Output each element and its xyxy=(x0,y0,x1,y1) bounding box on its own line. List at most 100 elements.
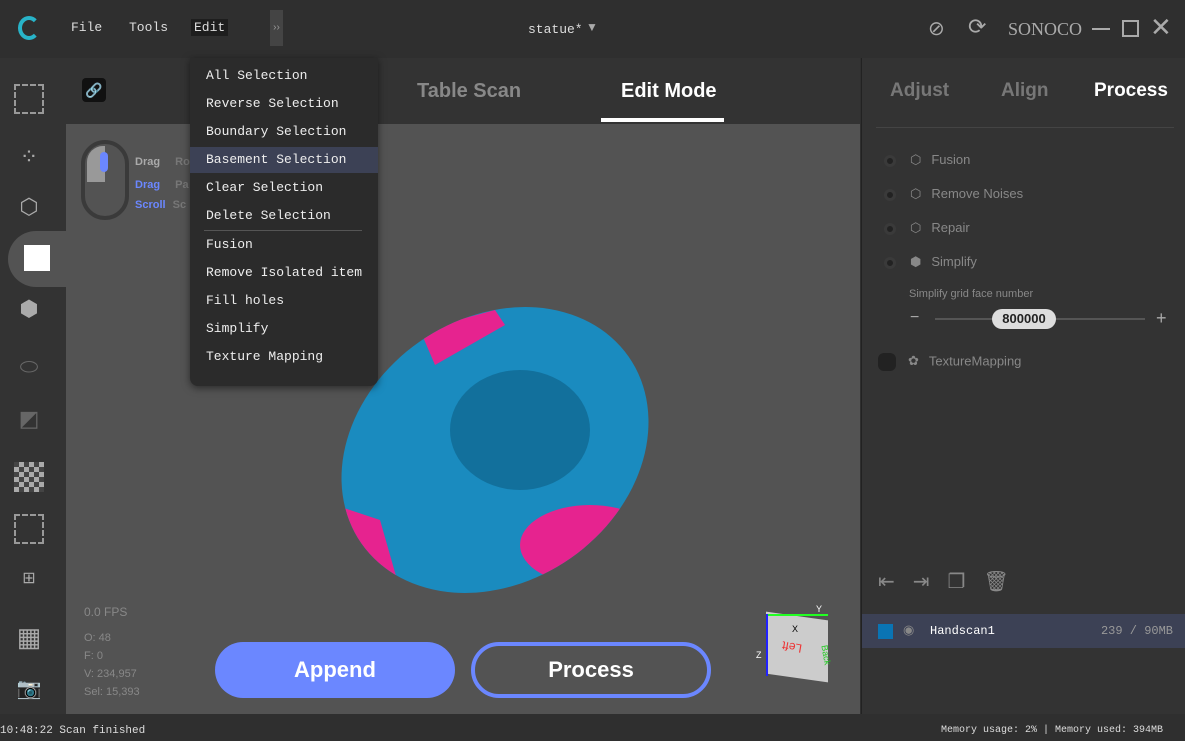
tab-align[interactable]: Align xyxy=(1001,80,1049,102)
stat-faces: F: 0 xyxy=(84,650,103,662)
relief-face xyxy=(450,370,590,490)
increase-button[interactable]: + xyxy=(1156,308,1167,329)
cube-face-back: Back xyxy=(819,644,833,666)
menu-item-clear-selection[interactable]: Clear Selection xyxy=(190,175,378,201)
noise-icon: ⬡ xyxy=(910,186,922,201)
hint-desc: Sc xyxy=(172,199,187,211)
layer-name: Handscan1 xyxy=(930,624,995,638)
repair-icon: ⬡ xyxy=(910,220,922,235)
active-tab-indicator xyxy=(601,118,724,122)
close-icon[interactable]: ✕ xyxy=(1150,12,1172,43)
menu-divider xyxy=(204,230,362,231)
slider-label: Simplify grid face number xyxy=(909,288,1034,300)
decrease-button[interactable]: − xyxy=(910,309,919,327)
tab-table-scan[interactable]: Table Scan xyxy=(417,80,521,103)
status-message: 10:48:22 Scan finished xyxy=(0,725,146,737)
menu-item-simplify[interactable]: Simplify xyxy=(190,316,378,342)
lasso-select-icon[interactable]: ⬭ xyxy=(14,352,44,382)
layer-row[interactable]: ◉ Handscan1 239 / 90MB xyxy=(862,614,1185,648)
hint-action: Scroll xyxy=(135,199,166,211)
menu-item-fusion[interactable]: Fusion xyxy=(190,232,378,258)
stat-objects: O: 48 xyxy=(84,632,111,644)
screenshot-icon[interactable]: 📷 xyxy=(14,674,44,704)
tab-adjust[interactable]: Adjust xyxy=(890,80,949,102)
export-icon[interactable]: ⇥ xyxy=(913,571,948,593)
menu-item-reverse-selection[interactable]: Reverse Selection xyxy=(190,91,378,117)
orientation-cube[interactable]: Y X Z Left Back xyxy=(752,604,838,686)
chevron-down-icon[interactable]: ▼ xyxy=(586,20,598,34)
label: Fusion xyxy=(931,152,971,167)
import-icon[interactable]: ⇤ xyxy=(878,571,913,593)
label: Repair xyxy=(931,220,970,235)
wireframe-cube-icon[interactable]: ⬡ xyxy=(14,192,44,222)
stat-selected: Sel: 15,393 xyxy=(84,686,140,698)
tab-process[interactable]: Process xyxy=(1094,80,1168,102)
eye-icon[interactable]: ◉ xyxy=(903,622,914,638)
poly-select-icon[interactable]: ◩ xyxy=(14,404,44,434)
minimize-icon[interactable] xyxy=(1092,28,1110,30)
process-repair[interactable]: ⬡ Repair xyxy=(884,220,970,236)
menu-item-all-selection[interactable]: All Selection xyxy=(190,63,378,89)
add-layer-icon[interactable]: ⊞ xyxy=(14,564,44,594)
menu-item-remove-isolated[interactable]: Remove Isolated item xyxy=(190,260,378,286)
grid-view-icon[interactable]: ▦ xyxy=(14,622,44,652)
radio[interactable] xyxy=(884,256,896,269)
title-bar: File Tools Edit ›› statue* ▼ ⊘ ⟳ SONOCO … xyxy=(0,0,1185,58)
mouse-icon xyxy=(81,140,129,220)
process-simplify[interactable]: ⬢ Simplify xyxy=(884,254,977,270)
divider xyxy=(876,127,1174,128)
texture-icon: ✿ xyxy=(908,353,919,369)
axis-y-label: Y xyxy=(816,604,823,614)
app-logo-icon xyxy=(18,16,40,40)
process-button[interactable]: Process xyxy=(471,642,711,698)
radio[interactable] xyxy=(884,222,896,235)
mouse-hints: Drag Ro Drag Pa Scroll Sc xyxy=(135,151,190,217)
menu-item-fill-holes[interactable]: Fill holes xyxy=(190,288,378,314)
label: Simplify xyxy=(931,254,977,269)
process-texture-mapping[interactable]: ✿ TextureMapping xyxy=(878,353,1021,371)
checker-icon[interactable] xyxy=(14,462,44,492)
solid-cube-icon xyxy=(24,245,50,271)
textured-cube-icon[interactable]: ⬢ xyxy=(14,294,44,324)
stat-vertices: V: 234,957 xyxy=(84,668,137,680)
label: Remove Noises xyxy=(931,186,1024,201)
memory-status: Memory usage: 2% | Memory used: 394MB xyxy=(940,725,1163,736)
process-remove-noises[interactable]: ⬡ Remove Noises xyxy=(884,186,1023,202)
append-button[interactable]: Append xyxy=(215,642,455,698)
simplify-icon: ⬢ xyxy=(910,254,922,269)
layer-color-swatch[interactable] xyxy=(878,624,893,639)
hint-action: Drag xyxy=(135,156,161,168)
expand-toolbar-button[interactable]: ›› xyxy=(270,10,283,46)
select-box-icon[interactable] xyxy=(14,514,44,544)
hint-action: Drag xyxy=(135,179,161,191)
link-icon[interactable]: 🔗 xyxy=(82,78,106,102)
status-bar: 10:48:22 Scan finished Memory usage: 2% … xyxy=(0,714,1185,741)
solid-cube-button[interactable] xyxy=(8,231,66,287)
maximize-icon[interactable] xyxy=(1122,20,1139,37)
duplicate-icon[interactable]: ❐ xyxy=(948,571,984,593)
menu-item-basement-selection[interactable]: Basement Selection xyxy=(190,147,378,173)
slider-handle[interactable]: 800000 xyxy=(992,309,1056,329)
menu-tools[interactable]: Tools xyxy=(129,20,168,35)
refresh-icon[interactable]: ⟳ xyxy=(968,14,986,40)
trash-icon[interactable]: 🗑 xyxy=(983,571,1026,593)
radio[interactable] xyxy=(878,353,896,371)
edit-menu-dropdown: All Selection Reverse Selection Boundary… xyxy=(190,58,378,386)
tab-edit-mode[interactable]: Edit Mode xyxy=(621,80,717,103)
axis-z-label: Z xyxy=(756,650,762,660)
radio[interactable] xyxy=(884,188,896,201)
menu-file[interactable]: File xyxy=(71,20,102,35)
hint-desc: Ro xyxy=(175,156,190,168)
fit-view-icon[interactable] xyxy=(14,84,44,114)
file-title[interactable]: statue* xyxy=(528,22,583,37)
menu-item-boundary-selection[interactable]: Boundary Selection xyxy=(190,119,378,145)
menu-item-texture-mapping[interactable]: Texture Mapping xyxy=(190,344,378,370)
radio[interactable] xyxy=(884,154,896,167)
menu-item-delete-selection[interactable]: Delete Selection xyxy=(190,203,378,229)
sync-off-icon[interactable]: ⊘ xyxy=(928,16,945,41)
layer-toolbar: ⇤⇥❐🗑 xyxy=(878,569,1027,594)
point-cloud-icon[interactable]: ⁘ xyxy=(14,142,44,172)
menu-edit[interactable]: Edit xyxy=(191,19,229,36)
hint-desc: Pa xyxy=(175,179,189,191)
process-fusion[interactable]: ⬡ Fusion xyxy=(884,152,970,168)
